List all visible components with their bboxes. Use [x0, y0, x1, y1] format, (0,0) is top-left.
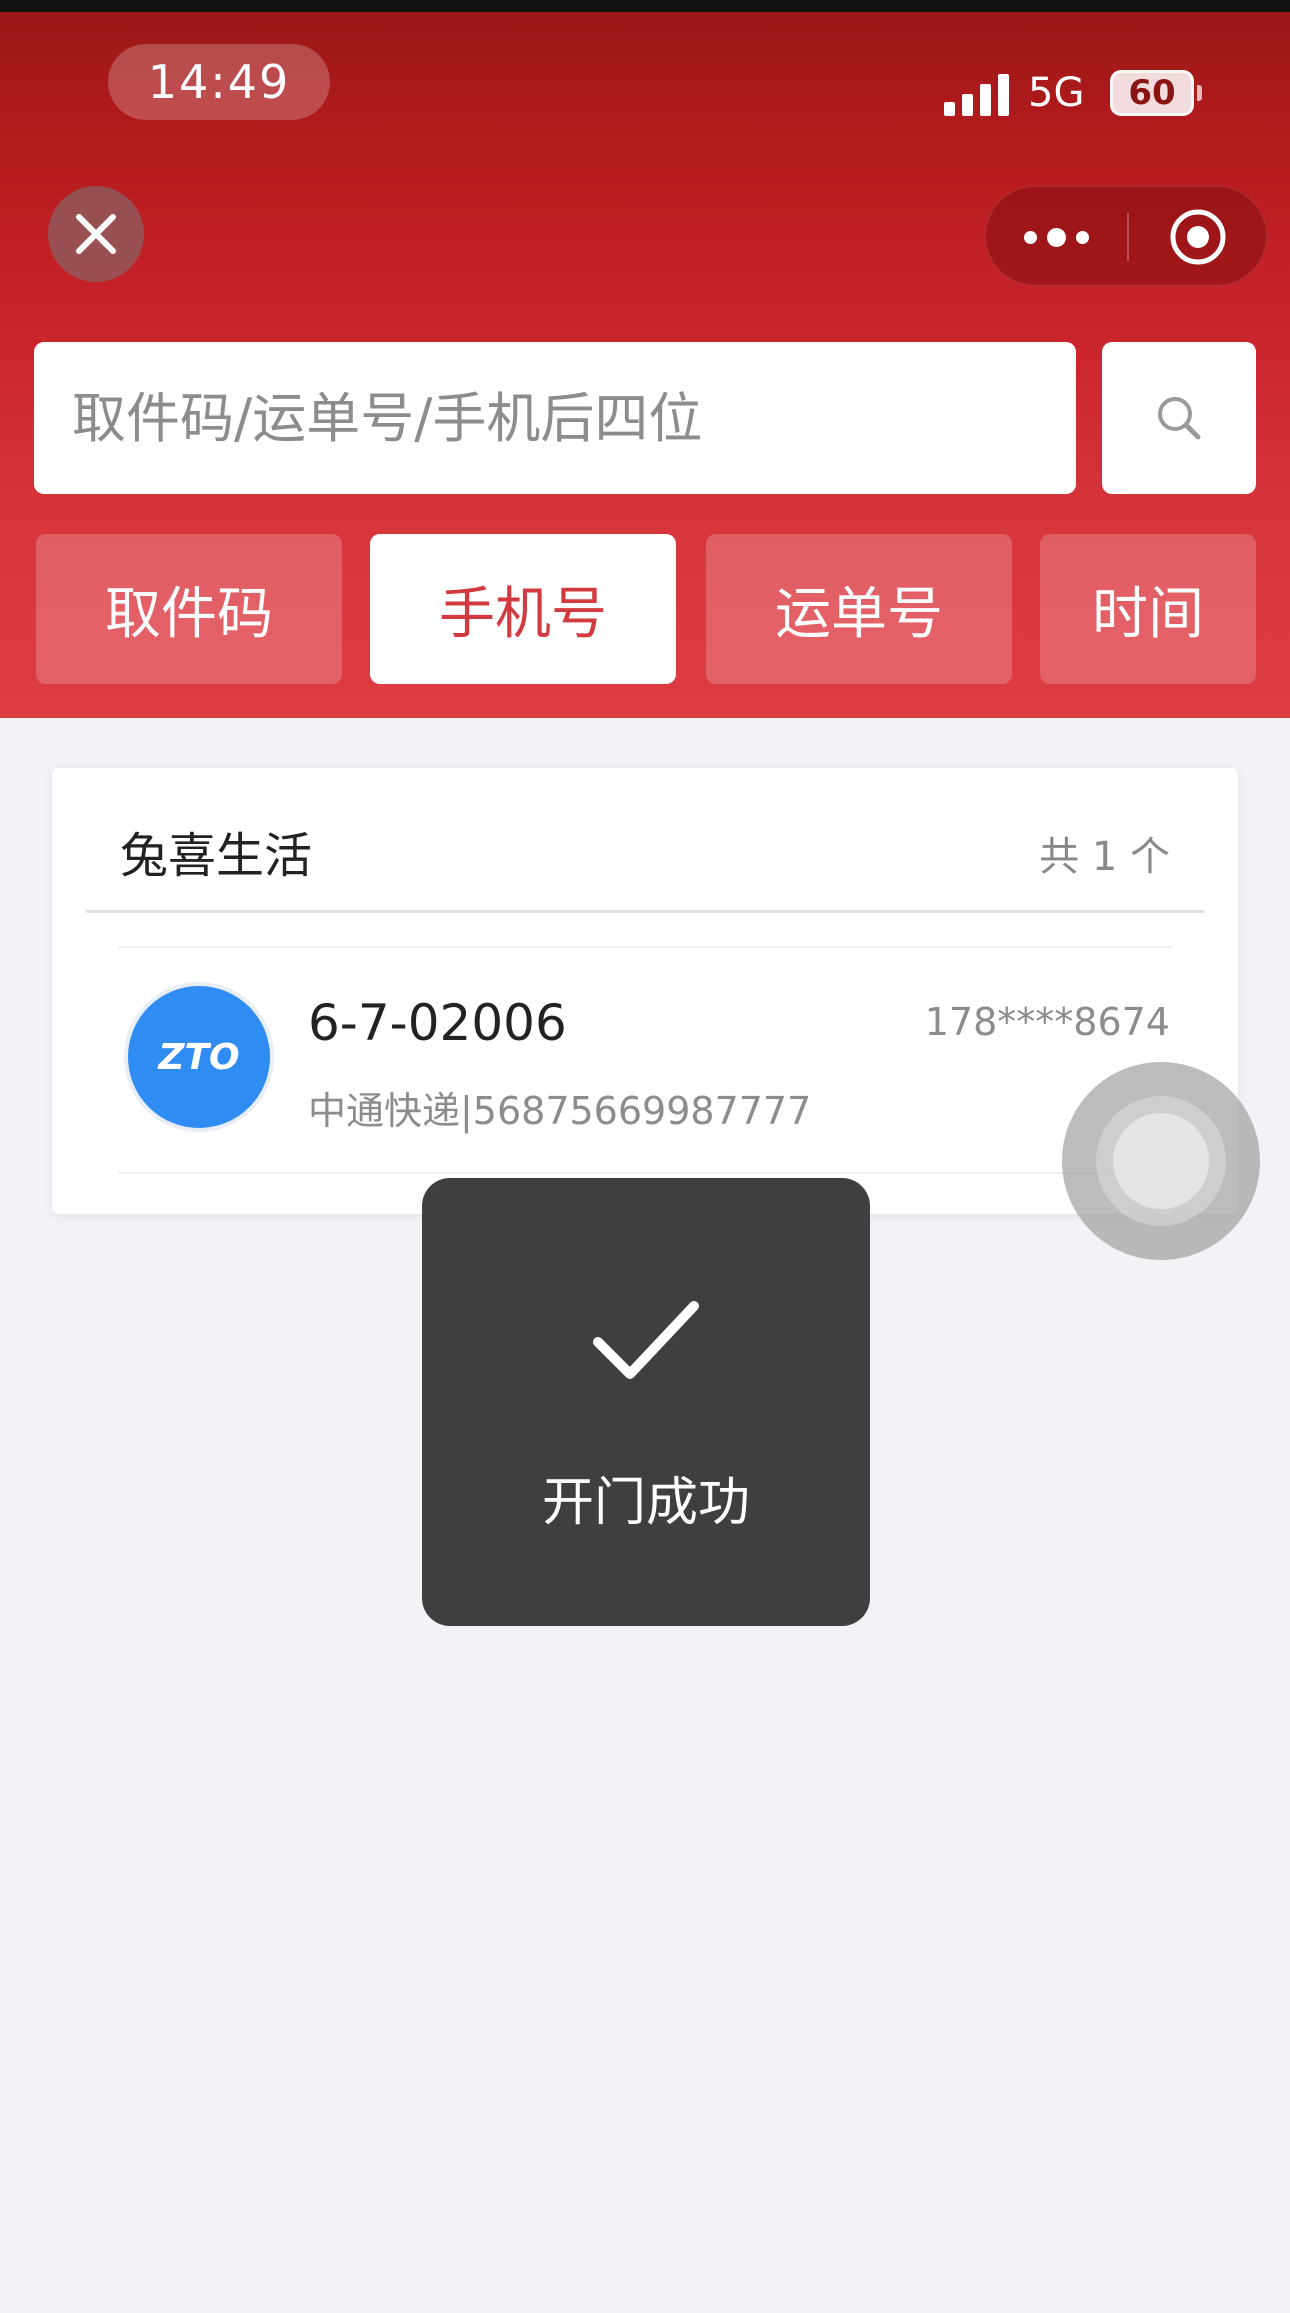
pickup-code: 6-7-02006 — [308, 994, 567, 1052]
target-icon — [1170, 209, 1225, 265]
row-divider — [118, 1172, 1172, 1174]
toast-message: 开门成功 — [541, 1473, 750, 1533]
status-time: 14:49 — [108, 44, 330, 120]
tab-pickup-code[interactable]: 取件码 — [36, 534, 342, 684]
signal-icon — [944, 74, 1010, 116]
card-count: 共 1 个 — [1039, 834, 1170, 880]
battery-icon: 60 — [1110, 70, 1194, 116]
mini-program-capsule — [985, 186, 1267, 286]
floating-button-ring — [1096, 1096, 1226, 1226]
tab-time[interactable]: 时间 — [1040, 534, 1256, 684]
close-icon — [76, 214, 116, 254]
more-dot-icon — [1076, 230, 1089, 244]
top-edge — [0, 0, 1290, 12]
check-icon — [593, 1301, 699, 1379]
search-input[interactable] — [72, 386, 1038, 450]
carrier-info: 中通快递|56875669987777 — [308, 1089, 812, 1133]
card-divider — [86, 910, 1204, 913]
battery-level: 60 — [1128, 73, 1176, 113]
search-button[interactable] — [1102, 342, 1256, 494]
more-button[interactable] — [986, 187, 1127, 287]
close-button[interactable] — [48, 186, 144, 282]
floating-assistive-button[interactable] — [1062, 1062, 1260, 1260]
floating-button-core — [1113, 1113, 1209, 1209]
battery-cap — [1197, 85, 1202, 101]
phone-number: 178****8674 — [924, 1000, 1170, 1044]
more-dot-icon — [1047, 227, 1066, 247]
network-label: 5G — [1028, 70, 1085, 116]
search-icon — [1158, 397, 1201, 440]
exit-mini-program-button[interactable] — [1127, 187, 1268, 287]
tab-waybill[interactable]: 运单号 — [706, 534, 1012, 684]
tab-phone[interactable]: 手机号 — [370, 534, 676, 684]
carrier-logo-text: ZTO — [158, 1036, 240, 1078]
package-card: 兔喜生活 共 1 个 ZTO 6-7-02006 中通快递|5687566998… — [52, 768, 1238, 1214]
carrier-logo-icon: ZTO — [124, 982, 274, 1132]
more-dot-icon — [1024, 230, 1037, 244]
app-screen: 14:49 5G 60 取件码/运单号/手机后四位 取件码 手机号 运单号 时间… — [0, 0, 1290, 2313]
row-divider — [118, 946, 1172, 948]
success-toast: 开门成功 — [422, 1178, 870, 1626]
card-title: 兔喜生活 — [120, 828, 313, 884]
search-field[interactable] — [34, 342, 1076, 494]
